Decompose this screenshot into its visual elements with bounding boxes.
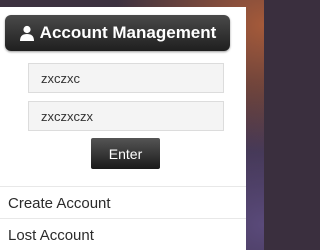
user-icon	[19, 25, 35, 41]
panel-title: Account Management	[39, 23, 217, 42]
divider	[0, 218, 246, 219]
password-field[interactable]	[28, 101, 224, 131]
account-management-panel: Account Management Enter Create Account …	[0, 7, 246, 250]
enter-button[interactable]: Enter	[91, 138, 160, 169]
panel-header: Account Management	[5, 15, 230, 51]
username-field[interactable]	[28, 63, 224, 93]
lost-account-link[interactable]: Lost Account	[8, 227, 94, 244]
create-account-link[interactable]: Create Account	[8, 195, 111, 212]
divider	[0, 186, 246, 187]
